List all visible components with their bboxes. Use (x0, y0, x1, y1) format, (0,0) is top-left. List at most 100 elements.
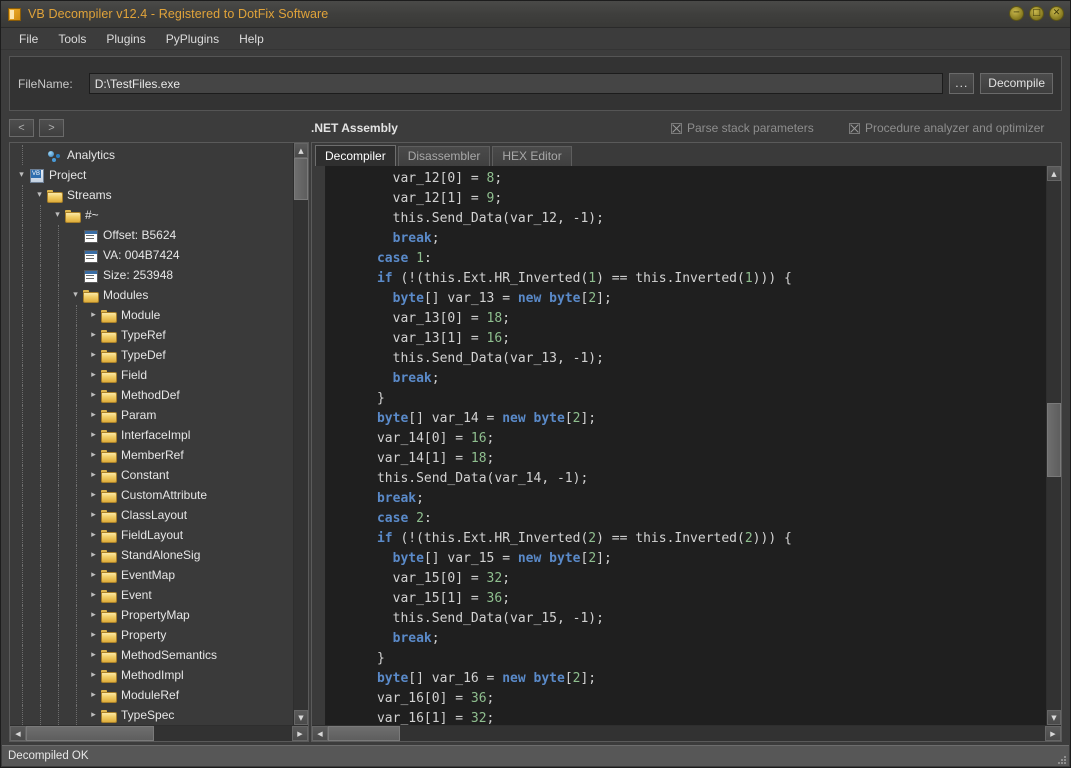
scroll-left-icon[interactable]: ◀ (10, 726, 26, 741)
scroll-right-icon[interactable]: ▶ (292, 726, 308, 741)
tree-item-standalonesig[interactable]: ▸ StandAloneSig (10, 545, 293, 565)
scroll-left-icon[interactable]: ◀ (312, 726, 328, 741)
tree-item-methodimpl[interactable]: ▸ MethodImpl (10, 665, 293, 685)
tree-item-fieldlayout[interactable]: ▸ FieldLayout (10, 525, 293, 545)
chevron-right-icon[interactable]: ▸ (88, 570, 99, 581)
browse-button[interactable]: ... (949, 73, 975, 94)
editor-scroll-track[interactable] (1047, 181, 1061, 710)
code-token-num: 1 (588, 271, 597, 286)
chevron-right-icon[interactable]: ▸ (88, 650, 99, 661)
chevron-right-icon[interactable]: ▸ (88, 530, 99, 541)
tree-item-propertymap[interactable]: ▸ PropertyMap (10, 605, 293, 625)
tree-item-interfaceimpl[interactable]: ▸ InterfaceImpl (10, 425, 293, 445)
menu-item-plugins[interactable]: Plugins (96, 30, 155, 48)
tree-item-eventmap[interactable]: ▸ EventMap (10, 565, 293, 585)
tree-item-va-004b7424[interactable]: VA: 004B7424 (10, 245, 293, 265)
chevron-down-icon[interactable]: ▾ (52, 210, 63, 221)
tree-scroll-region[interactable]: Analytics ▾ Project ▾ Streams ▾ #~ Offset: B562… (10, 143, 293, 725)
editor-hscroll-track[interactable] (328, 726, 1045, 741)
menu-item-help[interactable]: Help (229, 30, 274, 48)
tree-item-analytics[interactable]: Analytics (10, 145, 293, 165)
tree-item-module[interactable]: ▸ Module (10, 305, 293, 325)
chevron-right-icon[interactable]: ▸ (88, 670, 99, 681)
tree-item-classlayout[interactable]: ▸ ClassLayout (10, 505, 293, 525)
editor-hscroll-thumb[interactable] (328, 726, 400, 741)
tree-hscroll-thumb[interactable] (26, 726, 154, 741)
decompile-button[interactable]: Decompile (980, 73, 1053, 94)
editor-horizontal-scrollbar[interactable]: ◀ ▶ (312, 725, 1061, 741)
tab-disassembler[interactable]: Disassembler (397, 146, 491, 166)
tree-hscroll-track[interactable] (26, 726, 292, 741)
scroll-down-icon[interactable]: ▼ (1047, 710, 1061, 725)
code-token-num: 2 (588, 531, 597, 546)
chevron-right-icon[interactable]: ▸ (88, 490, 99, 501)
tree-item-typeref[interactable]: ▸ TypeRef (10, 325, 293, 345)
nav-back-button[interactable]: < (9, 119, 34, 137)
chevron-right-icon[interactable]: ▸ (88, 390, 99, 401)
close-button[interactable]: ✕ (1049, 6, 1064, 21)
tree-guide-line (58, 225, 59, 245)
chevron-right-icon[interactable]: ▸ (88, 590, 99, 601)
tab-hex-editor[interactable]: HEX Editor (492, 146, 572, 166)
tree-item-customattribute[interactable]: ▸ CustomAttribute (10, 485, 293, 505)
tree-item-offset-b5624[interactable]: Offset: B5624 (10, 225, 293, 245)
tree-item-moduleref[interactable]: ▸ ModuleRef (10, 685, 293, 705)
tree-item-methodsemantics[interactable]: ▸ MethodSemantics (10, 645, 293, 665)
code-token-id: ; (431, 371, 440, 386)
tree-item-typedef[interactable]: ▸ TypeDef (10, 345, 293, 365)
tree-item-event[interactable]: ▸ Event (10, 585, 293, 605)
menu-item-pyplugins[interactable]: PyPlugins (156, 30, 229, 48)
chevron-right-icon[interactable]: ▸ (88, 550, 99, 561)
chevron-right-icon[interactable]: ▸ (88, 350, 99, 361)
chevron-right-icon[interactable]: ▸ (88, 430, 99, 441)
tree-item-methoddef[interactable]: ▸ MethodDef (10, 385, 293, 405)
scroll-up-icon[interactable]: ▲ (294, 143, 308, 158)
tree-scroll-track[interactable] (294, 158, 308, 710)
chevron-right-icon[interactable]: ▸ (88, 370, 99, 381)
tree-item-constant[interactable]: ▸ Constant (10, 465, 293, 485)
chevron-right-icon[interactable]: ▸ (88, 710, 99, 721)
tree-item-project[interactable]: ▾ Project (10, 165, 293, 185)
chevron-down-icon[interactable]: ▾ (16, 170, 27, 181)
chevron-right-icon[interactable]: ▸ (88, 690, 99, 701)
tree-item-modules[interactable]: ▾ Modules (10, 285, 293, 305)
chevron-right-icon[interactable]: ▸ (88, 450, 99, 461)
chevron-right-icon[interactable]: ▸ (88, 470, 99, 481)
filename-input[interactable] (88, 73, 944, 94)
tree-scroll-thumb[interactable] (294, 158, 308, 200)
tree-item-memberref[interactable]: ▸ MemberRef (10, 445, 293, 465)
tree-vertical-scrollbar[interactable]: ▲ ▼ (293, 143, 308, 725)
nav-forward-button[interactable]: > (39, 119, 64, 137)
chevron-right-icon[interactable]: ▸ (88, 630, 99, 641)
tree-item-property[interactable]: ▸ Property (10, 625, 293, 645)
resize-grip-icon[interactable] (1055, 753, 1066, 764)
procedure-analyzer-checkbox[interactable]: Procedure analyzer and optimizer (849, 121, 1044, 135)
chevron-down-icon[interactable]: ▾ (34, 190, 45, 201)
code-view[interactable]: var_12[0] = 8; var_12[1] = 9; this.Send_… (326, 166, 1046, 725)
chevron-right-icon[interactable]: ▸ (88, 510, 99, 521)
editor-vertical-scrollbar[interactable]: ▲ ▼ (1046, 166, 1061, 725)
scroll-down-icon[interactable]: ▼ (294, 710, 308, 725)
chevron-down-icon[interactable]: ▾ (70, 290, 81, 301)
scroll-right-icon[interactable]: ▶ (1045, 726, 1061, 741)
tree-horizontal-scrollbar[interactable]: ◀ ▶ (10, 725, 308, 741)
tree-item-field[interactable]: ▸ Field (10, 365, 293, 385)
tree-item-param[interactable]: ▸ Param (10, 405, 293, 425)
chevron-right-icon[interactable]: ▸ (88, 330, 99, 341)
tree-item-[interactable]: ▾ #~ (10, 205, 293, 225)
minimize-button[interactable]: ─ (1009, 6, 1024, 21)
tree-item-size-253948[interactable]: Size: 253948 (10, 265, 293, 285)
tab-decompiler[interactable]: Decompiler (315, 145, 396, 166)
maximize-button[interactable]: □ (1029, 6, 1044, 21)
chevron-right-icon[interactable]: ▸ (88, 610, 99, 621)
editor-scroll-thumb[interactable] (1047, 403, 1061, 478)
menu-item-tools[interactable]: Tools (48, 30, 96, 48)
parse-stack-parameters-checkbox[interactable]: Parse stack parameters (671, 121, 814, 135)
menu-item-file[interactable]: File (9, 30, 48, 48)
chevron-right-icon[interactable]: ▸ (88, 410, 99, 421)
scroll-up-icon[interactable]: ▲ (1047, 166, 1061, 181)
tree-item-typespec[interactable]: ▸ TypeSpec (10, 705, 293, 725)
chevron-right-icon[interactable]: ▸ (88, 310, 99, 321)
code-token-id: ))) { (752, 531, 792, 546)
tree-item-streams[interactable]: ▾ Streams (10, 185, 293, 205)
